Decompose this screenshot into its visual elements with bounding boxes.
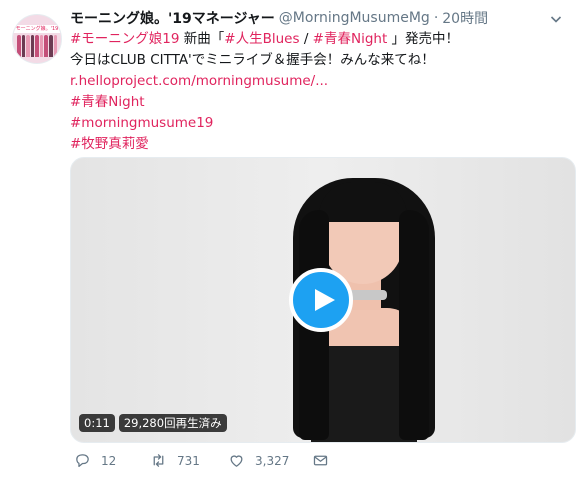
- video-player[interactable]: 0:11 29,280回再生済み: [70, 157, 576, 443]
- tweet-line-1: #モーニング娘19 新曲「#人生Blues / #青春Night 」発売中！: [70, 29, 578, 50]
- hashtag-link[interactable]: #モーニング娘19: [70, 31, 180, 47]
- retweet-count: 731: [177, 453, 200, 468]
- tweet-timestamp[interactable]: 20時間: [442, 8, 488, 28]
- play-icon: [314, 289, 335, 311]
- avatar-group-photo: [17, 35, 58, 57]
- video-badges: 0:11 29,280回再生済み: [79, 414, 227, 432]
- hashtag-link[interactable]: #morningmusume19: [70, 113, 578, 134]
- chevron-down-icon[interactable]: [550, 10, 566, 26]
- avatar[interactable]: モーニング娘。'19: [12, 14, 62, 64]
- tweet-text: #モーニング娘19 新曲「#人生Blues / #青春Night 」発売中！ 今…: [70, 29, 578, 155]
- direct-message-button[interactable]: [312, 452, 329, 469]
- avatar-banner-text: モーニング娘。'19: [15, 26, 59, 32]
- author-handle[interactable]: @MorningMusumeMg: [279, 10, 430, 26]
- tweet-actions: 12 731 3,327: [74, 452, 329, 469]
- tweet-text-segment: /: [299, 31, 313, 47]
- hashtag-link[interactable]: #青春Night: [313, 31, 388, 47]
- retweet-button[interactable]: 731: [150, 452, 228, 469]
- hashtag-link[interactable]: #青春Night: [70, 92, 578, 113]
- hashtag-link[interactable]: #人生Blues: [224, 31, 299, 47]
- reply-icon: [76, 454, 89, 468]
- tweet-line-2: 今日はCLUB CITTA'でミニライブ＆握手会！みんな来てね！: [70, 52, 435, 68]
- envelope-icon: [313, 455, 328, 466]
- play-button[interactable]: [289, 268, 353, 332]
- retweet-icon: [153, 454, 164, 467]
- reply-count: 12: [101, 453, 117, 468]
- reply-button[interactable]: 12: [74, 452, 150, 469]
- author-name[interactable]: モーニング娘。'19マネージャー: [70, 8, 275, 28]
- heart-icon: [230, 455, 243, 467]
- tweet-header: モーニング娘。'19マネージャー @MorningMusumeMg · 20時間: [70, 8, 578, 28]
- hashtag-link[interactable]: #牧野真莉愛: [70, 134, 578, 155]
- url-link[interactable]: r.helloproject.com/morningmusume/...: [70, 71, 578, 92]
- video-duration: 0:11: [79, 414, 115, 432]
- tweet-text-segment: 新曲「: [179, 31, 225, 47]
- like-button[interactable]: 3,327: [228, 452, 312, 469]
- tweet-content: モーニング娘。'19マネージャー @MorningMusumeMg · 20時間…: [70, 8, 578, 155]
- tweet-text-segment: 」発売中！: [387, 31, 460, 47]
- like-count: 3,327: [255, 453, 290, 468]
- avatar-banner: モーニング娘。'19: [13, 25, 61, 33]
- video-view-count: 29,280回再生済み: [118, 414, 227, 432]
- separator-dot: ·: [433, 10, 439, 26]
